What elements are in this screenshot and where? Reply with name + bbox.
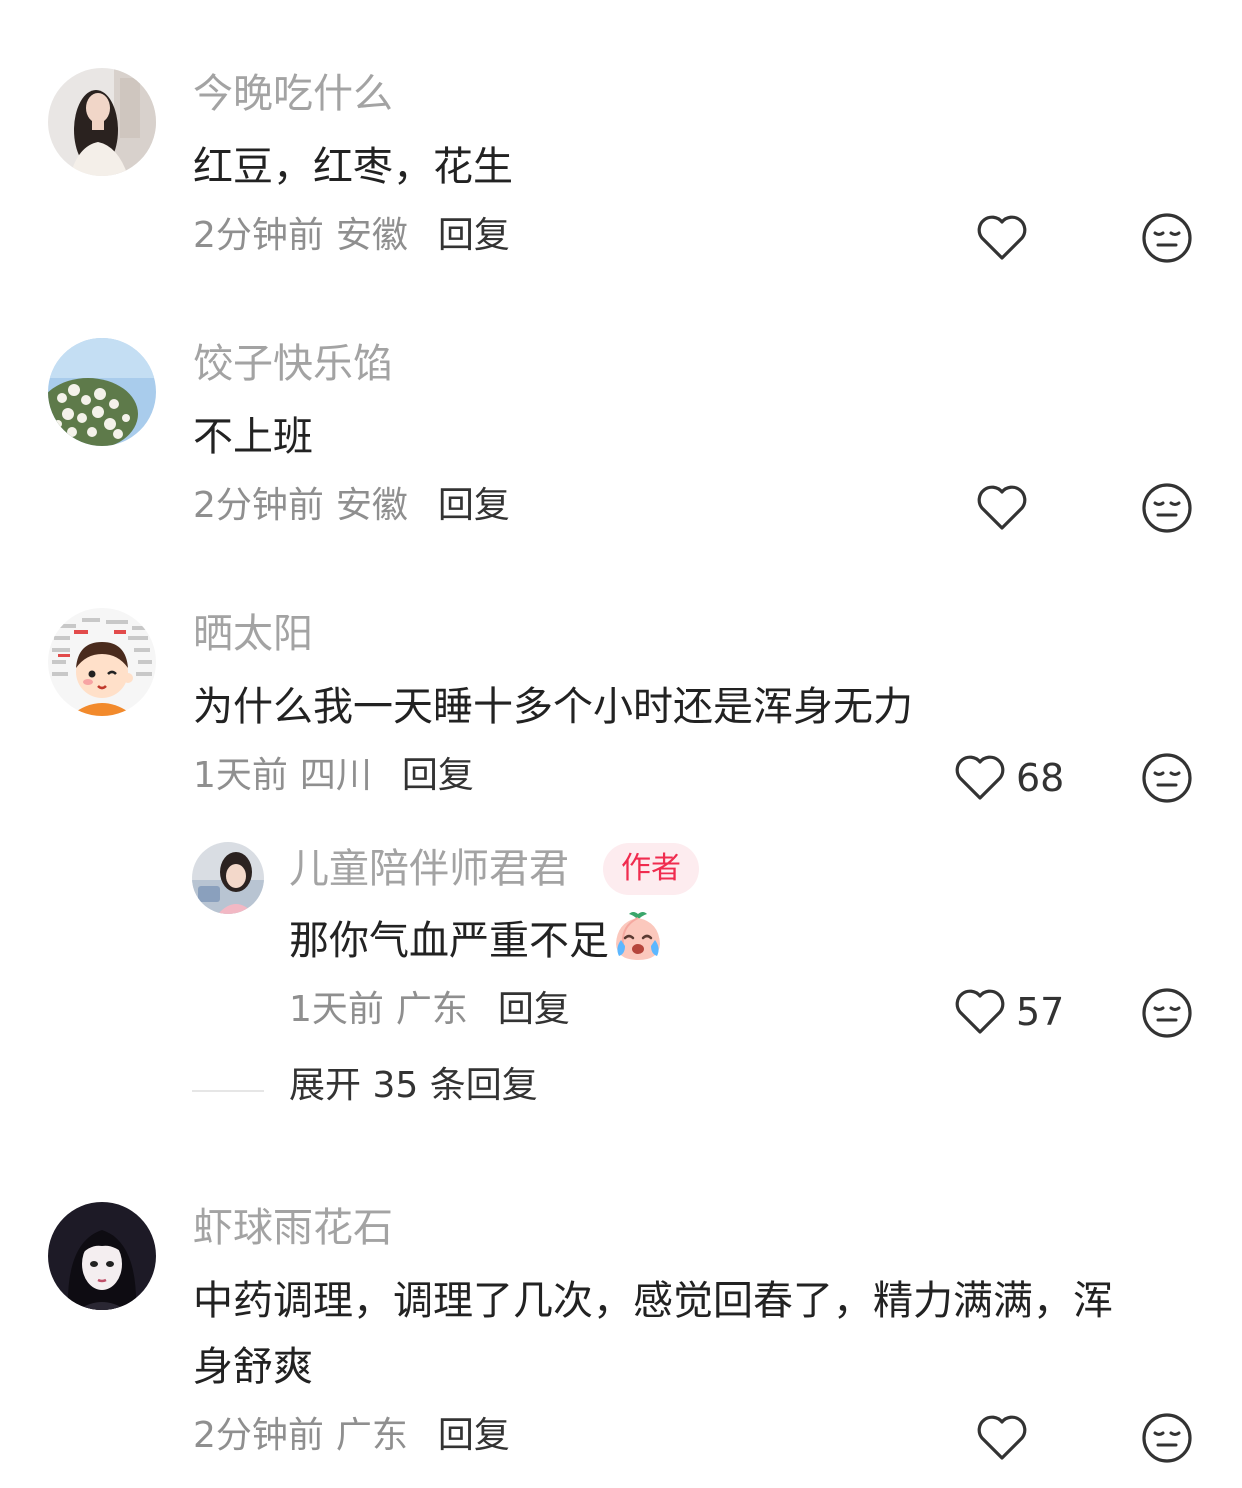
- comment-meta: 2分钟前 广东 回复: [193, 1414, 510, 1458]
- reply-dislike-button[interactable]: [1141, 987, 1193, 1039]
- heart-outline-icon: [977, 1415, 1027, 1460]
- comment-text-line: 中药调理，调理了几次，感觉回春了，精力满满，浑: [193, 1278, 1113, 1324]
- reply-location: 广东: [395, 989, 468, 1030]
- neutral-face-icon: [1142, 1413, 1192, 1463]
- comment-text: 红豆，红枣，花生: [193, 144, 513, 190]
- reply-text-body: 那你气血严重不足: [289, 918, 609, 964]
- heart-outline-icon: [977, 215, 1027, 260]
- like-button[interactable]: 68: [954, 754, 1064, 802]
- username[interactable]: 饺子快乐馅: [193, 340, 393, 388]
- like-count: 68: [1016, 756, 1065, 800]
- crying-peach-emoji-icon: [616, 912, 660, 960]
- reply-meta: 1天前 广东 回复: [289, 988, 570, 1032]
- neutral-face-icon: [1142, 988, 1192, 1038]
- user-avatar[interactable]: [48, 338, 156, 446]
- comment-time: 2分钟前: [193, 485, 324, 526]
- dislike-button[interactable]: [1141, 1412, 1193, 1464]
- username[interactable]: 今晚吃什么: [193, 70, 393, 118]
- like-button[interactable]: [976, 484, 1038, 532]
- comment-time: 2分钟前: [193, 215, 324, 256]
- comment-text: 为什么我一天睡十多个小时还是浑身无力: [193, 684, 913, 730]
- reply-like-button[interactable]: 57: [954, 988, 1064, 1036]
- reply-button[interactable]: 回复: [402, 755, 474, 796]
- neutral-face-icon: [1142, 213, 1192, 263]
- comment-text: 不上班: [193, 414, 313, 460]
- comment-time: 1天前: [193, 755, 288, 796]
- like-button[interactable]: [976, 214, 1038, 262]
- cartoon-boy-avatar-icon: [48, 608, 156, 716]
- heart-outline-icon: [955, 989, 1005, 1034]
- flowering-tree-avatar-icon: [48, 338, 156, 446]
- neutral-face-icon: [1142, 753, 1192, 803]
- heart-outline-icon: [977, 485, 1027, 530]
- comment-meta: 2分钟前 安徽 回复: [193, 484, 510, 528]
- comment-location: 广东: [335, 1415, 408, 1456]
- reply-button[interactable]: 回复: [438, 485, 510, 526]
- anime-girl-avatar-icon: [48, 1202, 156, 1310]
- neutral-face-icon: [1142, 483, 1192, 533]
- reply-username[interactable]: 儿童陪伴师君君: [289, 845, 569, 893]
- reply-button[interactable]: 回复: [498, 989, 570, 1030]
- user-avatar[interactable]: [48, 1202, 156, 1310]
- user-avatar[interactable]: [48, 608, 156, 716]
- heart-outline-icon: [955, 755, 1005, 800]
- woman-portrait-avatar-icon: [48, 68, 156, 176]
- reply-text: 那你气血严重不足: [289, 910, 665, 972]
- girl-photo-avatar-icon: [192, 842, 264, 914]
- author-badge: 作者: [603, 843, 699, 895]
- dislike-button[interactable]: [1141, 212, 1193, 264]
- comment-meta: 1天前 四川 回复: [193, 754, 474, 798]
- reply-time: 1天前: [289, 989, 384, 1030]
- comment-location: 四川: [299, 755, 372, 796]
- reply-user-avatar[interactable]: [192, 842, 264, 914]
- reply-button[interactable]: 回复: [438, 215, 510, 256]
- expand-divider: [192, 1090, 264, 1092]
- dislike-button[interactable]: [1141, 752, 1193, 804]
- comment-text-line: 身舒爽: [193, 1344, 313, 1390]
- username[interactable]: 晒太阳: [193, 610, 313, 658]
- expand-replies-button[interactable]: 展开 35 条回复: [289, 1064, 538, 1108]
- dislike-button[interactable]: [1141, 482, 1193, 534]
- comment-time: 2分钟前: [193, 1415, 324, 1456]
- comment-location: 安徽: [335, 485, 408, 526]
- username[interactable]: 虾球雨花石: [193, 1204, 393, 1252]
- like-count: 57: [1016, 990, 1065, 1034]
- user-avatar[interactable]: [48, 68, 156, 176]
- comment-meta: 2分钟前 安徽 回复: [193, 214, 510, 258]
- reply-button[interactable]: 回复: [438, 1415, 510, 1456]
- comment-location: 安徽: [335, 215, 408, 256]
- like-button[interactable]: [976, 1414, 1038, 1462]
